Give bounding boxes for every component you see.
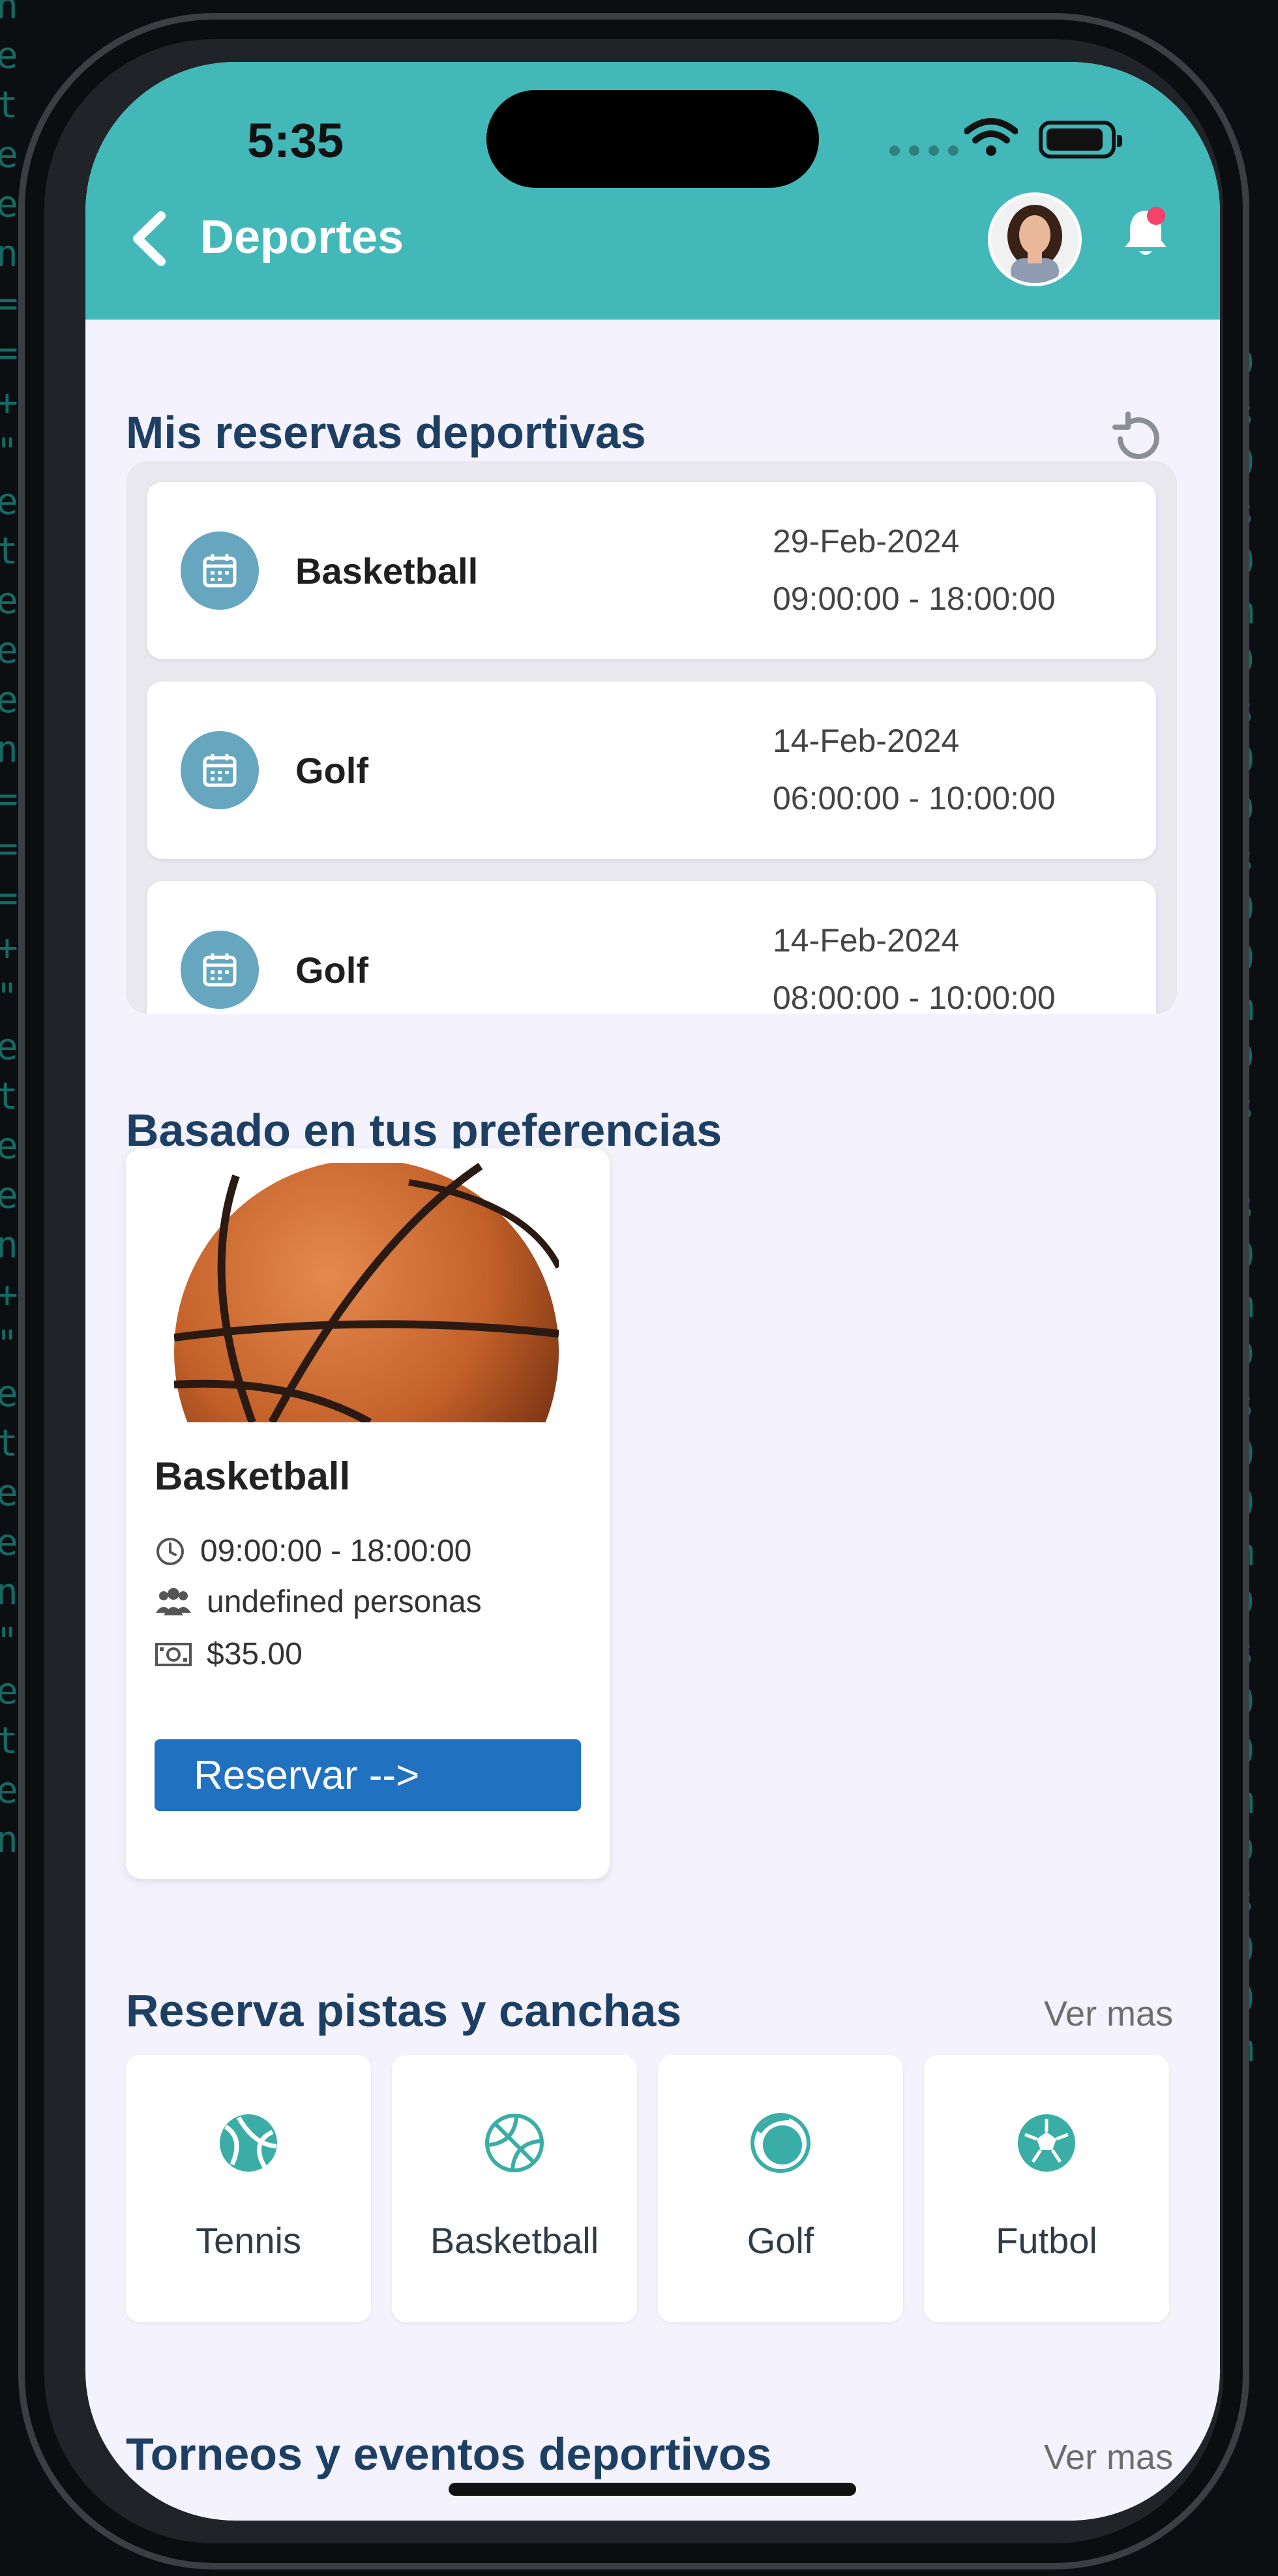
reservation-time: 06:00:00 - 10:00:00 (773, 780, 1056, 816)
reservation-time: 08:00:00 - 10:00:00 (773, 980, 1056, 1014)
events-title: Torneos y eventos deportivos (126, 2429, 772, 2479)
app-screen: 5:35 Deportes Mis reservas deportivas Ba… (85, 62, 1220, 2521)
reservations-title: Mis reservas deportivas (126, 407, 646, 458)
reservation-card[interactable]: Golf 14-Feb-2024 06:00:00 - 10:00:00 (147, 681, 1156, 859)
courts-title: Reserva pistas y canchas (126, 1985, 682, 2036)
reservation-date: 14-Feb-2024 (773, 723, 960, 759)
preference-sport-name: Basketball (155, 1454, 351, 1498)
court-label: Golf (747, 2220, 814, 2261)
wifi-icon (964, 118, 1018, 156)
soccer-ball-icon (1018, 2114, 1075, 2172)
court-label: Futbol (996, 2220, 1097, 2261)
court-label: Basketball (430, 2220, 599, 2261)
calendar-icon (181, 532, 259, 610)
battery-icon (1039, 121, 1122, 158)
reservation-sport: Golf (295, 950, 368, 991)
back-chevron-icon[interactable] (130, 211, 168, 267)
reserve-button[interactable]: Reservar --> (155, 1739, 581, 1811)
preference-hours: 09:00:00 - 18:00:00 (155, 1533, 471, 1569)
tennis-ball-icon (220, 2114, 277, 2172)
calendar-icon (181, 731, 259, 809)
reservation-sport: Golf (295, 750, 368, 791)
preference-time-text: 09:00:00 - 18:00:00 (200, 1534, 472, 1568)
preference-price: $35.00 (155, 1636, 303, 1672)
court-card-futbol[interactable]: Futbol (924, 2055, 1169, 2322)
home-indicator[interactable] (449, 2483, 856, 2496)
avatar-image (991, 196, 1078, 283)
status-time: 5:35 (247, 113, 344, 168)
courts-see-more-link[interactable]: Ver mas (1044, 1994, 1173, 2034)
court-label: Tennis (196, 2220, 301, 2261)
basketball-image (174, 1163, 559, 1422)
reservation-time: 09:00:00 - 18:00:00 (773, 580, 1056, 617)
court-card-tennis[interactable]: Tennis (126, 2055, 371, 2322)
money-icon (155, 1642, 192, 1666)
reservations-list[interactable]: Basketball 29-Feb-2024 09:00:00 - 18:00:… (126, 461, 1177, 1014)
golf-ball-icon (750, 2113, 810, 2173)
notification-badge (1147, 207, 1165, 225)
reservation-date: 14-Feb-2024 (773, 922, 960, 959)
phone-frame: 5:35 Deportes Mis reservas deportivas Ba… (18, 13, 1249, 2569)
reservation-card[interactable]: Golf 14-Feb-2024 08:00:00 - 10:00:00 (147, 881, 1156, 1014)
reservation-sport: Basketball (295, 550, 479, 592)
preference-people-text: undefined personas (207, 1585, 482, 1619)
people-icon (156, 1587, 191, 1615)
app-header: 5:35 Deportes (85, 62, 1220, 320)
preference-people: undefined personas (155, 1584, 482, 1620)
court-card-basketball[interactable]: Basketball (392, 2055, 637, 2322)
signal-icon (889, 145, 959, 156)
events-see-more-link[interactable]: Ver mas (1044, 2437, 1173, 2478)
reservation-date: 29-Feb-2024 (773, 523, 960, 560)
page-title: Deportes (200, 211, 404, 263)
clock-icon (156, 1537, 184, 1565)
preference-card[interactable]: Basketball 09:00:00 - 18:00:00 undefined… (126, 1148, 610, 1879)
preference-price-text: $35.00 (207, 1637, 303, 1671)
dynamic-island (486, 90, 819, 188)
basketball-icon (485, 2114, 544, 2172)
court-card-golf[interactable]: Golf (658, 2055, 903, 2322)
calendar-icon (181, 931, 259, 1009)
reservation-card[interactable]: Basketball 29-Feb-2024 09:00:00 - 18:00:… (147, 482, 1156, 659)
user-avatar[interactable] (988, 192, 1082, 286)
